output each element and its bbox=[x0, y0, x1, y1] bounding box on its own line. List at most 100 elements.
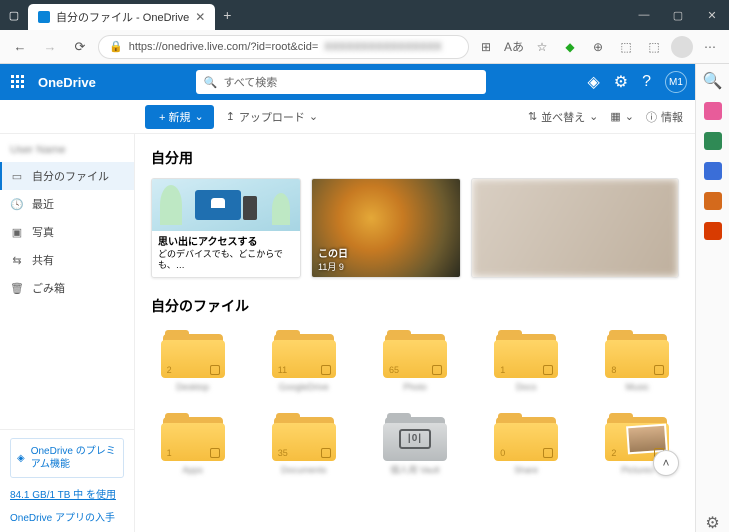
star-rail-icon[interactable] bbox=[704, 102, 722, 120]
memories-illustration bbox=[152, 179, 300, 231]
folder-count: 11 bbox=[278, 365, 287, 375]
menu-button[interactable]: ⬚ bbox=[643, 36, 665, 58]
view-button[interactable]: ▦ ⌄ bbox=[610, 110, 634, 123]
shield-icon[interactable]: ◆ bbox=[559, 36, 581, 58]
back-button[interactable]: ← bbox=[8, 35, 32, 59]
info-button[interactable]: ⓘ 情報 bbox=[646, 109, 683, 125]
forward-button[interactable]: → bbox=[38, 35, 62, 59]
new-button[interactable]: + 新規 ⌄ bbox=[145, 105, 214, 129]
folder-icon: 0 bbox=[494, 413, 558, 461]
folder-count: 1 bbox=[500, 365, 505, 375]
right-sidebar: 🔍 ⚙ bbox=[695, 64, 729, 532]
thisday-image: この日 11月 9 bbox=[312, 179, 460, 277]
profile-avatar[interactable] bbox=[671, 36, 693, 58]
clock-icon: 🕓 bbox=[10, 198, 24, 211]
favorites-button[interactable]: ☆ bbox=[531, 36, 553, 58]
info-label: 情報 bbox=[661, 109, 683, 125]
folder-item[interactable]: 1 Apps bbox=[151, 413, 234, 476]
folder-label: Documents bbox=[281, 465, 327, 476]
app-launcher-icon[interactable] bbox=[8, 75, 28, 89]
tools-rail-icon[interactable] bbox=[704, 192, 722, 210]
reader-button[interactable]: ⊞ bbox=[475, 36, 497, 58]
info-icon: ⓘ bbox=[646, 109, 657, 125]
collections-button[interactable]: ⊕ bbox=[587, 36, 609, 58]
scroll-top-button[interactable]: ˄ bbox=[653, 450, 679, 476]
folder-icon: 11 bbox=[272, 330, 336, 378]
tab-close-icon[interactable]: ✕ bbox=[195, 10, 205, 24]
sidebar-item-myfiles[interactable]: ▭自分のファイル bbox=[0, 162, 134, 190]
sidebar-item-shared[interactable]: ⇆共有 bbox=[0, 246, 134, 274]
sort-label: 並べ替え bbox=[541, 109, 585, 125]
file-area: 自分用 思い出にアクセスする どのデバイスでも、どこからでも、… この日 11月… bbox=[135, 134, 695, 532]
sidebar-item-label: 共有 bbox=[32, 252, 54, 268]
premium-banner[interactable]: ◈ OneDrive のプレミアム機能 bbox=[10, 438, 124, 478]
window-menu-icon[interactable]: ▢ bbox=[0, 9, 28, 22]
minimize-button[interactable]: — bbox=[627, 0, 661, 30]
thisday-title: この日 bbox=[318, 245, 348, 260]
folder-icon: 1 bbox=[161, 413, 225, 461]
chevron-down-icon: ⌄ bbox=[309, 110, 318, 123]
sidebar-item-photos[interactable]: ▣写真 bbox=[0, 218, 134, 246]
memories-card[interactable]: 思い出にアクセスする どのデバイスでも、どこからでも、… bbox=[151, 178, 301, 278]
cart-rail-icon[interactable] bbox=[704, 162, 722, 180]
text-size-button[interactable]: Aあ bbox=[503, 36, 525, 58]
folder-item[interactable]: 35 Documents bbox=[262, 413, 345, 476]
close-window-button[interactable]: ✕ bbox=[695, 0, 729, 30]
office-rail-icon[interactable] bbox=[704, 222, 722, 240]
bing-rail-icon[interactable] bbox=[704, 132, 722, 150]
folder-label: Pictures bbox=[621, 465, 654, 476]
sidebar-item-recent[interactable]: 🕓最近 bbox=[0, 190, 134, 218]
photo-card[interactable] bbox=[471, 178, 679, 278]
premium-icon[interactable]: ◈ bbox=[587, 72, 599, 92]
folder-count: 0 bbox=[500, 448, 505, 458]
address-bar[interactable]: 🔒 https://onedrive.live.com/?id=root&cid… bbox=[98, 35, 469, 59]
search-input[interactable]: 🔍 すべて検索 bbox=[196, 70, 486, 94]
folder-label: Share bbox=[514, 465, 538, 476]
new-tab-button[interactable]: + bbox=[215, 7, 239, 23]
folder-icon: 35 bbox=[272, 413, 336, 461]
folder-item[interactable]: 2Desktop bbox=[151, 330, 234, 393]
thisday-sub: 11月 9 bbox=[318, 262, 344, 272]
vault-icon: |0| bbox=[383, 413, 447, 461]
folder-item[interactable]: 0 Share bbox=[485, 413, 568, 476]
url-rest: XXXXXXXXXXXXXXXX bbox=[324, 41, 441, 53]
memories-title: 思い出にアクセスする bbox=[158, 237, 258, 248]
search-rail-icon[interactable]: 🔍 bbox=[704, 72, 722, 90]
sidebar-item-recycle[interactable]: 🗑ごみ箱 bbox=[0, 274, 134, 302]
storage-link[interactable]: 84.1 GB/1 TB 中 を使用 bbox=[10, 486, 124, 501]
folder-count: 1 bbox=[167, 448, 172, 458]
folder-item[interactable]: 11 GoogleDrive bbox=[262, 330, 345, 393]
chevron-down-icon: ⌄ bbox=[194, 110, 203, 123]
extension-button[interactable]: ⬚ bbox=[615, 36, 637, 58]
folder-item[interactable]: 8Music bbox=[596, 330, 679, 393]
account-avatar[interactable]: M1 bbox=[665, 71, 687, 93]
refresh-button[interactable]: ⟳ bbox=[68, 35, 92, 59]
folder-item[interactable]: 65Photo bbox=[373, 330, 456, 393]
more-button[interactable]: ⋯ bbox=[699, 36, 721, 58]
settings-rail-icon[interactable]: ⚙ bbox=[704, 514, 722, 532]
tab-title: 自分のファイル - OneDrive bbox=[56, 9, 189, 25]
sidebar-item-label: 自分のファイル bbox=[32, 168, 109, 184]
user-name: User Name bbox=[0, 134, 134, 162]
upload-button[interactable]: ↥ アップロード ⌄ bbox=[226, 109, 318, 125]
folder-label: Apps bbox=[182, 465, 203, 476]
grid-view-icon: ▦ bbox=[610, 110, 620, 123]
sidebar-item-label: 写真 bbox=[32, 224, 54, 240]
maximize-button[interactable]: ▢ bbox=[661, 0, 695, 30]
new-button-label: + 新規 bbox=[159, 109, 190, 125]
get-app-link[interactable]: OneDrive アプリの入手 bbox=[10, 509, 124, 524]
browser-tab[interactable]: 自分のファイル - OneDrive ✕ bbox=[28, 4, 215, 30]
folder-item[interactable]: |0| 個人用 Vault bbox=[373, 413, 456, 476]
brand-label[interactable]: OneDrive bbox=[38, 75, 96, 90]
folder-icon: 2 bbox=[161, 330, 225, 378]
app-header: OneDrive 🔍 すべて検索 ◈ ⚙ ? M1 bbox=[0, 64, 695, 100]
folder-label: 個人用 Vault bbox=[390, 465, 439, 476]
sort-button[interactable]: ⇅ 並べ替え ⌄ bbox=[528, 109, 598, 125]
thisday-card[interactable]: この日 11月 9 bbox=[311, 178, 461, 278]
help-icon[interactable]: ? bbox=[642, 73, 651, 91]
folder-count: 2 bbox=[611, 448, 616, 458]
folder-item[interactable]: 1Docs bbox=[485, 330, 568, 393]
folder-label: GoogleDrive bbox=[279, 382, 329, 393]
settings-icon[interactable]: ⚙ bbox=[614, 72, 628, 92]
folder-label: Photo bbox=[403, 382, 427, 393]
